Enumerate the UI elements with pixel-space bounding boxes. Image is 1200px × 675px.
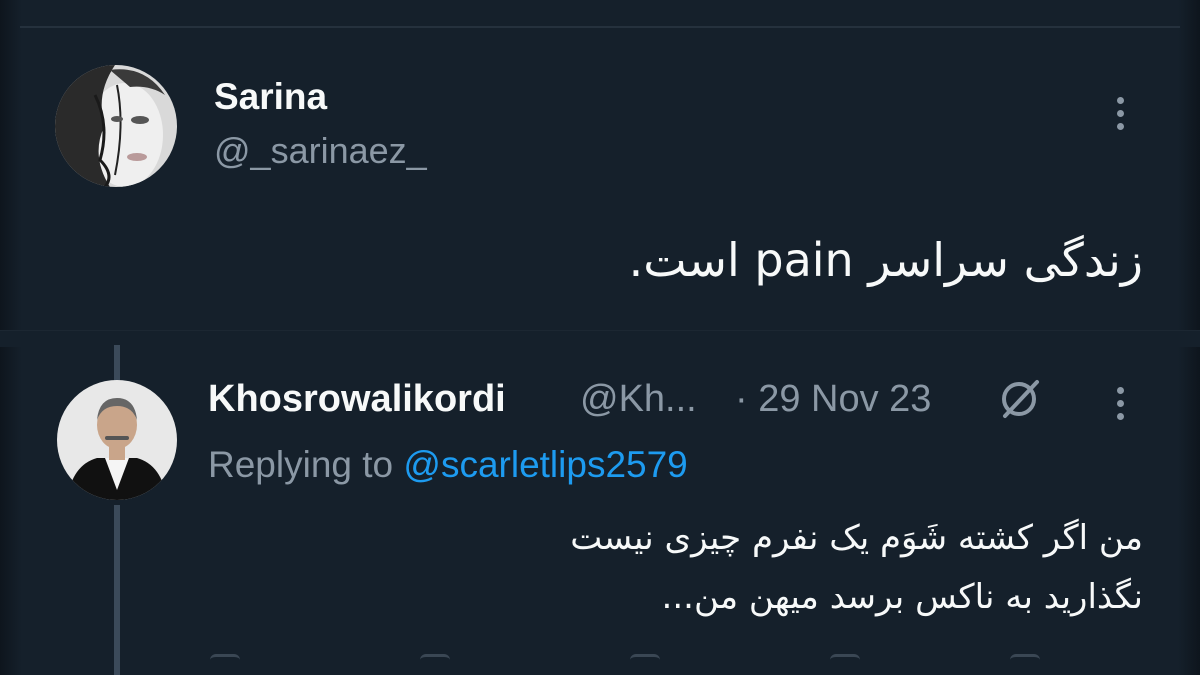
author-name[interactable]: Sarina	[214, 76, 327, 118]
khosrowalikordi-avatar[interactable]	[57, 380, 177, 500]
slash-circle-icon	[995, 376, 1045, 422]
more-vertical-icon[interactable]	[1108, 93, 1132, 133]
reply-text-line-2: نگذارید به ناکس برسد میهن من...	[661, 577, 1143, 617]
thread-connector-line	[114, 345, 120, 385]
replying-to: Replying to @scarletlips2579	[208, 444, 688, 486]
screenshot-frame: Sarina @_sarinaez_ زندگی سراسر pain است.…	[0, 0, 1200, 675]
more-vertical-icon[interactable]	[1108, 383, 1132, 423]
thread-connector-line	[114, 505, 120, 675]
reply-text-line-1: من اگر کشته شَوَم یک نفرم چیزی نیست	[570, 518, 1143, 558]
action-bar-cutoff	[210, 650, 1140, 675]
author-handle[interactable]: @_sarinaez_	[214, 130, 427, 172]
tweet-text: زندگی سراسر pain است.	[628, 233, 1143, 287]
reply-date[interactable]: · 29 Nov 23	[735, 378, 931, 421]
mention-link[interactable]: @scarletlips2579	[403, 444, 687, 485]
reply-author-name[interactable]: Khosrowalikordi	[208, 378, 506, 421]
replying-prefix: Replying to	[208, 444, 394, 485]
top-divider	[20, 26, 1180, 28]
tweet-divider	[0, 330, 1200, 347]
reply-author-handle[interactable]: @Kh...	[580, 378, 697, 421]
sarina-avatar[interactable]	[55, 65, 177, 187]
